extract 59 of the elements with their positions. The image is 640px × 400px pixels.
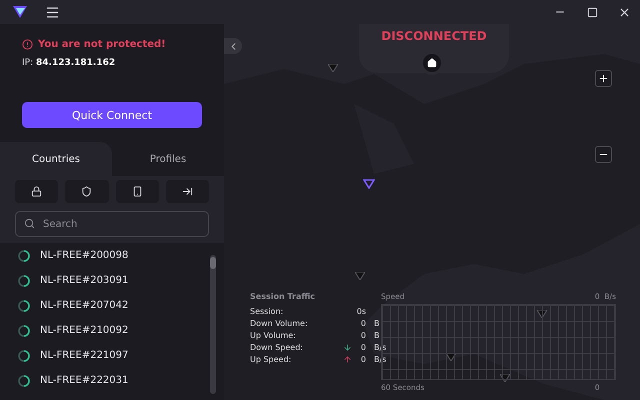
server-marker-icon[interactable]	[537, 310, 547, 318]
ring-icon	[18, 374, 30, 386]
collapse-button[interactable]	[224, 38, 242, 54]
server-name[interactable]: NL-FREE#203091	[40, 275, 128, 286]
zoom-in-button[interactable]	[595, 70, 612, 87]
stat-label: Session:	[250, 307, 284, 316]
server-marker-icon[interactable]	[446, 353, 456, 361]
search-field[interactable]: Search	[15, 211, 209, 237]
server-name[interactable]: NL-FREE#222031	[40, 375, 128, 386]
shield-filter-button[interactable]	[65, 180, 108, 203]
arrow-to-line-filter-button[interactable]	[166, 180, 209, 203]
stat-unit: B	[373, 331, 380, 340]
down-arrow-icon	[343, 343, 352, 352]
stat-value: 0s	[356, 307, 366, 316]
home-icon	[427, 58, 437, 68]
stat-label: Down Speed:	[250, 343, 304, 352]
scrollbar-thumb[interactable]	[210, 257, 216, 269]
close-icon	[618, 6, 630, 18]
server-marker-icon[interactable]	[355, 272, 365, 280]
connection-status: DISCONNECTED	[381, 29, 487, 43]
server-marker-icon[interactable]	[500, 374, 510, 382]
stat-label: Up Speed:	[250, 355, 292, 364]
server-name[interactable]: NL-FREE#210092	[40, 325, 128, 336]
server-name[interactable]: NL-FREE#200098	[40, 250, 128, 261]
arrow-to-line-icon	[182, 186, 193, 197]
server-name[interactable]: NL-FREE#207042	[40, 300, 128, 311]
menu-icon	[44, 4, 60, 20]
stat-value: 0	[360, 319, 366, 328]
scrollbar[interactable]	[210, 255, 216, 394]
quick-connect-button[interactable]: Quick Connect	[22, 102, 202, 128]
ring-icon	[18, 250, 30, 262]
server-name[interactable]: NL-FREE#221097	[40, 350, 128, 361]
alert-icon	[22, 39, 33, 50]
warning-text: You are not protected!	[38, 39, 166, 50]
maximize-icon	[586, 6, 598, 18]
ring-icon	[18, 324, 30, 336]
ring-icon	[18, 300, 30, 312]
ring-icon	[18, 274, 30, 286]
shield-icon	[81, 186, 92, 197]
stat-label: Up Volume:	[250, 331, 297, 340]
phone-filter-button[interactable]	[116, 180, 159, 203]
search-icon	[24, 218, 35, 229]
stat-value: 0	[360, 355, 366, 364]
tab[interactable]: Countries	[0, 142, 112, 176]
phone-icon	[132, 186, 143, 197]
plus-icon	[598, 73, 609, 84]
ip-address: IP: 84.123.181.162	[22, 58, 116, 68]
up-arrow-icon	[343, 355, 352, 364]
location-marker-icon[interactable]	[363, 179, 375, 189]
zoom-out-button[interactable]	[595, 146, 612, 163]
stat-value: 0	[360, 331, 366, 340]
stat-label: Down Volume:	[250, 319, 308, 328]
stat-unit: B	[373, 319, 380, 328]
lock-icon	[31, 186, 42, 197]
logo-icon	[12, 5, 28, 19]
server-marker-icon[interactable]	[328, 64, 338, 72]
stat-value: 0	[360, 343, 366, 352]
ring-icon	[18, 350, 30, 362]
lock-filter-button[interactable]	[15, 180, 58, 203]
